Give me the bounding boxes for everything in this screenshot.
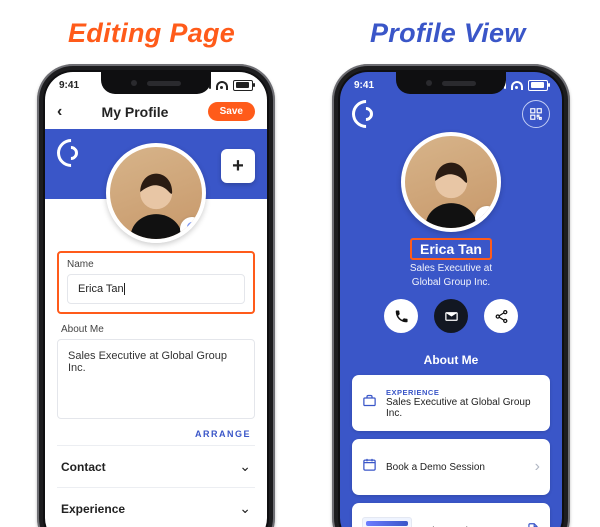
avatar[interactable]: Canada.org	[106, 143, 206, 243]
mail-icon	[444, 309, 459, 324]
save-button[interactable]: Save	[208, 102, 255, 121]
arrange-button[interactable]: ARRANGE	[61, 429, 251, 439]
page-title: My Profile	[102, 104, 169, 120]
avatar-person-icon	[419, 154, 483, 228]
name-input[interactable]: Erica Tan	[67, 274, 245, 304]
share-button[interactable]	[484, 299, 518, 333]
about-input[interactable]: Sales Executive at Global Group Inc.	[57, 339, 255, 419]
chevron-right-icon: ›	[535, 458, 540, 476]
about-heading: About Me	[340, 353, 562, 367]
edit-hero: Canada.org +	[45, 129, 267, 199]
about-label: About Me	[61, 324, 251, 335]
card-sales-deck[interactable]: Sales Deck	[352, 503, 550, 527]
deck-thumbnail	[362, 517, 412, 527]
card-experience[interactable]: EXPERIENCE Sales Executive at Global Gro…	[352, 375, 550, 431]
briefcase-icon	[362, 393, 378, 413]
card-book-demo[interactable]: Book a Demo Session ›	[352, 439, 550, 495]
view-hero: Erica Tan Sales Executive atGlobal Group…	[340, 130, 562, 341]
battery-icon	[233, 80, 253, 91]
view-topbar	[340, 98, 562, 130]
phone-icon	[394, 309, 409, 324]
chevron-down-icon: ⌄	[239, 458, 251, 475]
name-value: Erica Tan	[78, 283, 124, 295]
back-button[interactable]: ‹	[57, 103, 62, 121]
wifi-icon	[511, 81, 523, 90]
avatar-company-badge	[475, 206, 499, 230]
card-eyebrow: EXPERIENCE	[386, 388, 540, 397]
name-label: Name	[67, 259, 245, 270]
card-line: Sales Executive at Global Group Inc.	[386, 397, 540, 419]
qr-icon	[529, 107, 543, 121]
section-contact[interactable]: Contact ⌄	[57, 445, 255, 487]
profile-name-highlight: Erica Tan	[410, 238, 492, 260]
chevron-down-icon: ⌄	[239, 500, 251, 517]
avatar[interactable]	[401, 132, 501, 232]
brand-logo-icon	[346, 94, 386, 134]
about-cards: EXPERIENCE Sales Executive at Global Gro…	[340, 375, 562, 527]
card-line: Book a Demo Session	[386, 462, 527, 473]
section-contact-label: Contact	[61, 460, 106, 474]
avatar-company-badge: Canada.org	[180, 217, 204, 241]
phone-frame-view: 9:41	[332, 64, 570, 527]
share-icon	[494, 309, 509, 324]
phone-frame-editing: 9:41 ‹ My Profile Save	[37, 64, 275, 527]
heading-profile: Profile View	[370, 18, 526, 49]
profile-actions	[384, 299, 518, 333]
battery-icon	[528, 80, 548, 91]
section-experience[interactable]: Experience ⌄	[57, 487, 255, 527]
edit-header: ‹ My Profile Save	[45, 98, 267, 129]
brand-logo-icon	[51, 133, 91, 173]
section-experience-label: Experience	[61, 502, 125, 516]
status-time: 9:41	[59, 80, 79, 91]
notch	[396, 72, 506, 94]
name-field-highlight: Name Erica Tan	[57, 251, 255, 314]
add-photo-button[interactable]: +	[221, 149, 255, 183]
status-time: 9:41	[354, 80, 374, 91]
edit-form: Name Erica Tan About Me Sales Executive …	[45, 251, 267, 527]
calendar-icon	[362, 457, 378, 477]
text-caret-icon	[124, 283, 125, 295]
profile-subtitle: Sales Executive atGlobal Group Inc.	[410, 262, 492, 289]
screen-editing: 9:41 ‹ My Profile Save	[45, 72, 267, 527]
avatar-person-icon	[124, 165, 188, 239]
document-icon	[526, 522, 540, 527]
wifi-icon	[216, 81, 228, 90]
email-button[interactable]	[434, 299, 468, 333]
call-button[interactable]	[384, 299, 418, 333]
screen-view: 9:41	[340, 72, 562, 527]
qr-share-button[interactable]	[522, 100, 550, 128]
heading-editing: Editing Page	[68, 18, 235, 49]
notch	[101, 72, 211, 94]
